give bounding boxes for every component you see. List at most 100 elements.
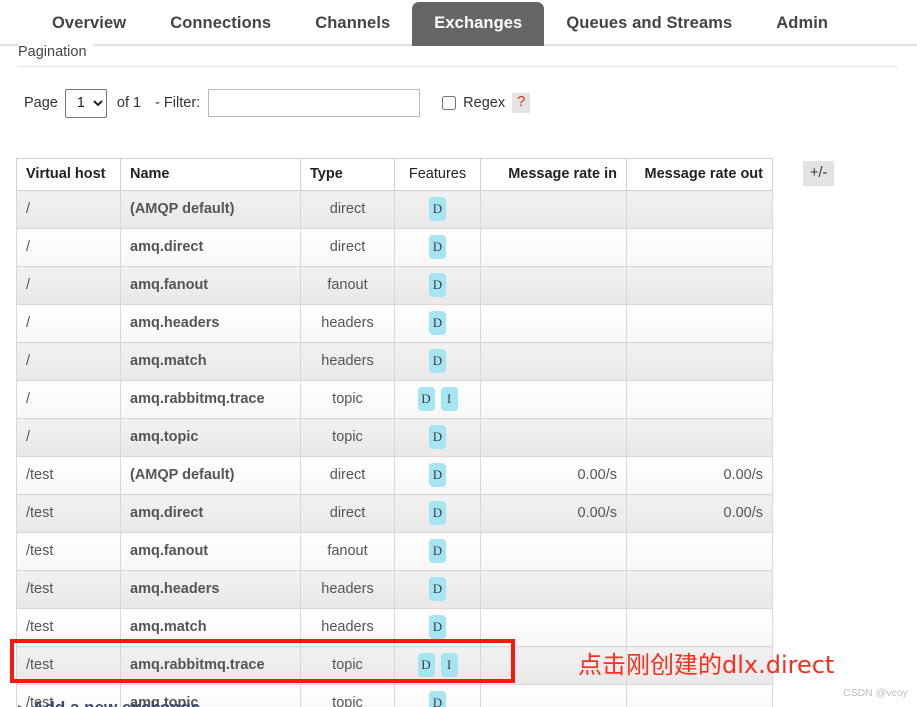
cell-exchange-name[interactable]: amq.rabbitmq.trace — [120, 380, 301, 419]
tab-connections[interactable]: Connections — [148, 2, 293, 46]
cell-exchange-name[interactable]: amq.headers — [120, 570, 301, 609]
column-header-message-rate-in[interactable]: Message rate in — [480, 158, 627, 191]
cell-message-rate-out — [626, 570, 773, 609]
table-row[interactable]: /test amq.direct direct D 0.00/s 0.00/s — [16, 494, 773, 533]
cell-features: D — [394, 418, 481, 457]
cell-features: D — [394, 570, 481, 609]
cell-features: D — [394, 228, 481, 267]
table-row[interactable]: / amq.direct direct D — [16, 228, 773, 267]
regex-checkbox[interactable] — [442, 96, 457, 110]
page-select[interactable]: 1 — [64, 88, 107, 118]
cell-message-rate-in: 0.00/s — [480, 494, 627, 533]
cell-virtual-host: / — [16, 190, 121, 229]
table-row[interactable]: / amq.headers headers D — [16, 304, 773, 343]
cell-virtual-host: / — [16, 342, 121, 381]
cell-features: D — [394, 266, 481, 305]
regex-label: Regex — [463, 95, 506, 111]
feature-badge-d: D — [429, 311, 446, 335]
cell-exchange-name[interactable]: amq.direct — [120, 494, 301, 533]
cell-message-rate-out — [626, 608, 773, 647]
cell-message-rate-out — [626, 266, 773, 305]
annotation-text: 点击刚创建的dlx.direct — [578, 651, 835, 679]
cell-features: DI — [394, 646, 481, 685]
cell-exchange-name[interactable]: amq.rabbitmq.trace — [120, 646, 301, 685]
cell-type: topic — [300, 418, 395, 457]
cell-exchange-name[interactable]: amq.match — [120, 608, 301, 647]
table-row[interactable]: / amq.match headers D — [16, 342, 773, 381]
table-head: Virtual host Name Type Features Message … — [16, 158, 773, 191]
table-row[interactable]: /test amq.fanout fanout D — [16, 532, 773, 571]
cell-message-rate-out — [626, 532, 773, 571]
column-header-message-rate-out[interactable]: Message rate out — [626, 158, 773, 191]
cell-message-rate-out — [626, 304, 773, 343]
column-header-features: Features — [394, 158, 481, 191]
cell-exchange-name[interactable]: (AMQP default) — [120, 190, 301, 229]
cell-exchange-name[interactable]: amq.headers — [120, 304, 301, 343]
cell-virtual-host: / — [16, 418, 121, 457]
cell-message-rate-in — [480, 570, 627, 609]
column-header-virtual-host[interactable]: Virtual host — [16, 158, 121, 191]
page-label: Page — [24, 95, 58, 111]
cell-type: topic — [300, 646, 395, 685]
cell-exchange-name[interactable]: amq.match — [120, 342, 301, 381]
cell-virtual-host: / — [16, 304, 121, 343]
cell-message-rate-in — [480, 418, 627, 457]
cell-exchange-name[interactable]: amq.direct — [120, 228, 301, 267]
cell-virtual-host: /test — [16, 494, 121, 533]
cell-virtual-host: / — [16, 228, 121, 267]
regex-option-group: Regex ? — [442, 93, 531, 113]
cell-virtual-host: /test — [16, 570, 121, 609]
tab-exchanges[interactable]: Exchanges — [412, 2, 545, 46]
tab-queues-and-streams[interactable]: Queues and Streams — [544, 2, 754, 46]
cell-message-rate-in: 0.00/s — [480, 456, 627, 495]
feature-badge-d: D — [429, 349, 446, 373]
pagination-controls: Page 1 of 1 - Filter: Regex ? — [24, 88, 531, 118]
tab-list: Overview Connections Channels Exchanges Queu… — [0, 0, 917, 46]
cell-message-rate-in — [480, 532, 627, 571]
cell-exchange-name[interactable]: amq.fanout — [120, 266, 301, 305]
cell-type: headers — [300, 608, 395, 647]
feature-badge-i: I — [440, 387, 458, 411]
cell-virtual-host: /test — [16, 646, 121, 685]
page-total-label: of 1 — [116, 95, 142, 111]
cell-message-rate-in — [480, 228, 627, 267]
cell-features: D — [394, 494, 481, 533]
tab-admin[interactable]: Admin — [754, 2, 850, 46]
table-body: / (AMQP default) direct D / amq.direct direct D… — [16, 190, 773, 707]
table-row[interactable]: / (AMQP default) direct D — [16, 190, 773, 229]
filter-input[interactable] — [208, 89, 421, 117]
cell-message-rate-out — [626, 684, 773, 707]
tab-overview[interactable]: Overview — [30, 2, 148, 46]
column-header-type[interactable]: Type — [300, 158, 395, 191]
feature-badge-d: D — [429, 615, 446, 639]
cell-type: topic — [300, 684, 395, 707]
column-header-name[interactable]: Name — [120, 158, 301, 191]
cell-type: headers — [300, 304, 395, 343]
cell-message-rate-out — [626, 418, 773, 457]
chevron-right-icon: ▶ — [18, 702, 27, 707]
cell-exchange-name[interactable]: amq.fanout — [120, 532, 301, 571]
table-row[interactable]: / amq.topic topic D — [16, 418, 773, 457]
cell-virtual-host: /test — [16, 456, 121, 495]
table-row[interactable]: /test amq.headers headers D — [16, 570, 773, 609]
add-new-exchange-section-heading[interactable]: ▶ Add a new exchange — [18, 698, 200, 707]
table-row[interactable]: / amq.fanout fanout D — [16, 266, 773, 305]
feature-badge-d: D — [429, 425, 446, 449]
cell-virtual-host: /test — [16, 608, 121, 647]
cell-type: topic — [300, 380, 395, 419]
cell-exchange-name[interactable]: amq.topic — [120, 418, 301, 457]
cell-exchange-name[interactable]: (AMQP default) — [120, 456, 301, 495]
toggle-columns-button[interactable]: +/- — [803, 161, 835, 186]
tab-channels[interactable]: Channels — [293, 2, 412, 46]
feature-badge-d: D — [417, 387, 435, 411]
table-row[interactable]: /test (AMQP default) direct D 0.00/s 0.00/s — [16, 456, 773, 495]
cell-message-rate-in — [480, 304, 627, 343]
cell-virtual-host: / — [16, 266, 121, 305]
cell-message-rate-out: 0.00/s — [626, 456, 773, 495]
cell-virtual-host: /test — [16, 532, 121, 571]
table-row[interactable]: /test amq.match headers D — [16, 608, 773, 647]
help-icon[interactable]: ? — [512, 93, 531, 113]
cell-type: direct — [300, 228, 395, 267]
table-row[interactable]: / amq.rabbitmq.trace topic D I — [16, 380, 773, 419]
cell-message-rate-in — [480, 342, 627, 381]
